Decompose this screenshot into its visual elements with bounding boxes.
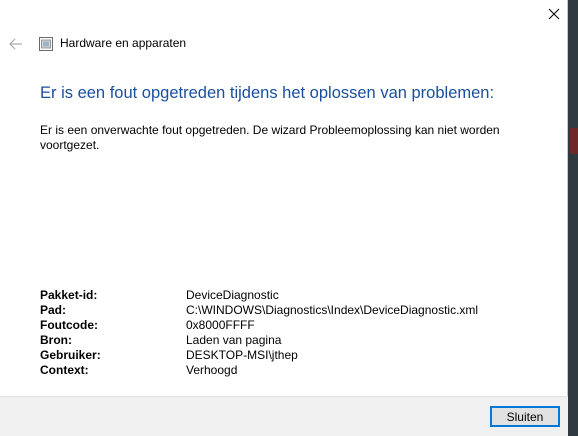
error-message: Er is een onverwachte fout opgetreden. D… (40, 123, 500, 152)
detail-value: DESKTOP-MSI\jthep (186, 348, 298, 362)
error-details: Pakket-id: DeviceDiagnostic Pad: C:\WIND… (40, 288, 478, 378)
back-arrow-icon (9, 38, 22, 50)
close-icon (548, 8, 560, 20)
detail-label: Pakket-id: (40, 288, 98, 302)
detail-value: C:\WINDOWS\Diagnostics\Index\DeviceDiagn… (186, 303, 479, 317)
detail-label: Foutcode: (40, 318, 98, 332)
back-button[interactable] (6, 34, 26, 54)
detail-row-error-code: Foutcode: 0x8000FFFF (40, 318, 478, 333)
detail-row-context: Context: Verhoogd (40, 363, 478, 378)
detail-label: Gebruiker: (40, 348, 101, 362)
detail-row-path: Pad: C:\WINDOWS\Diagnostics\Index\Device… (40, 303, 478, 318)
close-window-button[interactable] (540, 2, 568, 26)
detail-row-source: Bron: Laden van pagina (40, 333, 478, 348)
troubleshooter-icon (39, 37, 53, 51)
close-button[interactable]: Sluiten (490, 406, 560, 427)
detail-value: 0x8000FFFF (186, 318, 255, 332)
detail-value: DeviceDiagnostic (186, 288, 279, 302)
background-accent (570, 128, 578, 154)
detail-value: Laden van pagina (186, 333, 282, 347)
troubleshooter-dialog: Hardware en apparaten Er is een fout opg… (0, 0, 568, 436)
detail-label: Context: (40, 363, 89, 377)
detail-value: Verhoogd (186, 363, 238, 377)
detail-row-user: Gebruiker: DESKTOP-MSI\jthep (40, 348, 478, 363)
background-window-edge (568, 0, 578, 436)
dialog-footer (0, 396, 568, 436)
error-heading: Er is een fout opgetreden tijdens het op… (40, 84, 495, 102)
detail-row-package-id: Pakket-id: DeviceDiagnostic (40, 288, 478, 303)
detail-label: Pad: (40, 303, 67, 317)
detail-label: Bron: (40, 333, 72, 347)
window-title: Hardware en apparaten (60, 36, 187, 50)
